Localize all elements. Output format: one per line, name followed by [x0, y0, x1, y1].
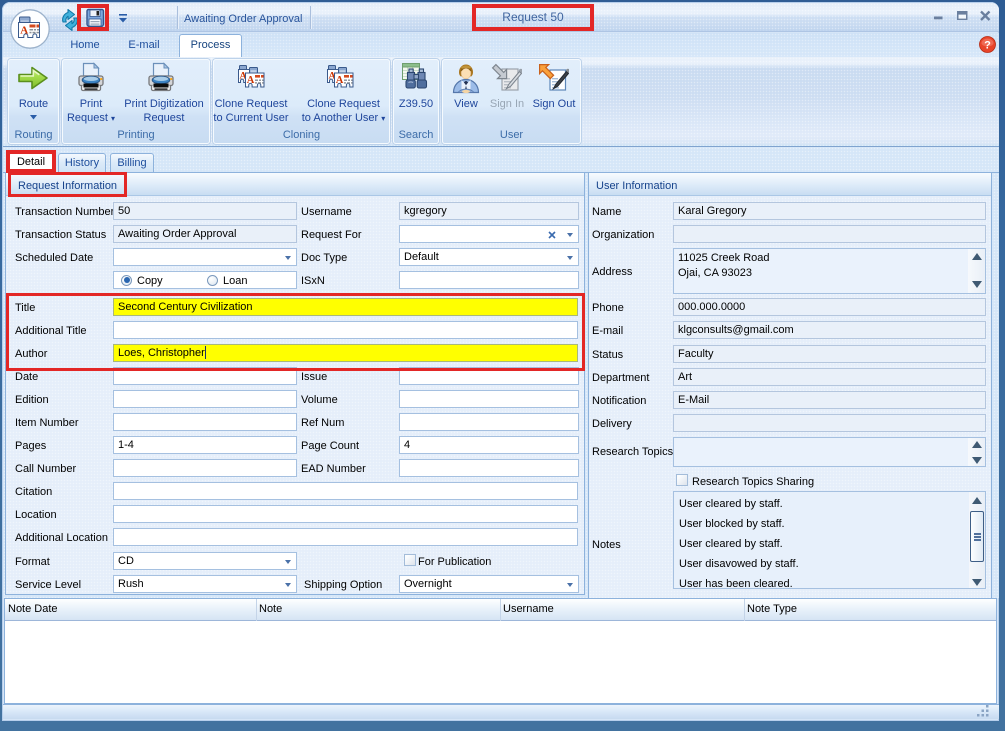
svg-text:A: A: [20, 24, 28, 36]
svg-text:A: A: [247, 75, 255, 86]
svg-text:?: ?: [984, 40, 991, 52]
